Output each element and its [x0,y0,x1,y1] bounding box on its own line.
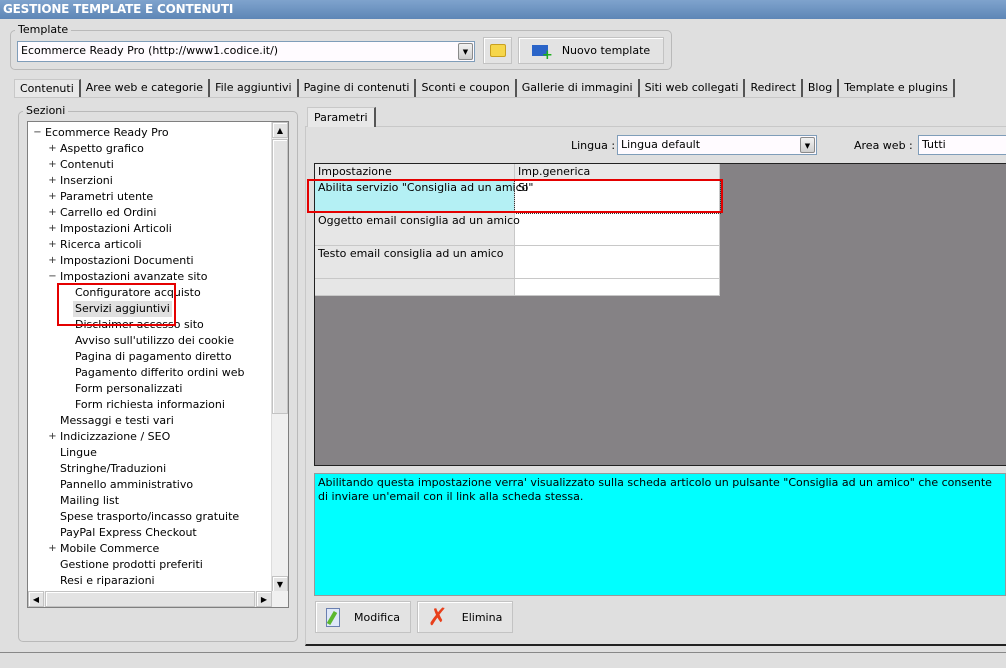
window-title: GESTIONE TEMPLATE E CONTENUTI [0,0,1006,19]
tree-item[interactable]: Resi e riparazioni [58,573,157,589]
tree-item[interactable]: Mailing list [58,493,121,509]
row-value[interactable] [515,279,720,296]
area-web-select[interactable]: Tutti [918,135,1006,155]
tab-sconti-e-coupon[interactable]: Sconti e coupon [416,79,517,97]
tree-item[interactable]: Spese trasporto/incasso gratuite [58,509,241,525]
scroll-left-button[interactable]: ◀ [28,591,44,607]
expand-icon[interactable]: + [48,224,57,234]
lingua-value: Lingua default [621,138,701,151]
delete-button[interactable]: ✗ Elimina [417,601,513,633]
area-web-label: Area web : [854,139,913,152]
tree-item[interactable]: Gestione prodotti preferiti [58,557,205,573]
new-template-icon: + [531,45,553,62]
tree-item[interactable]: Pagamento differito ordini web [73,365,246,381]
row-label[interactable]: Oggetto email consiglia ad un amico [315,213,520,246]
tree-item[interactable]: Lingue [58,445,99,461]
tab-siti-web-collegati[interactable]: Siti web collegati [640,79,746,97]
expand-icon[interactable]: + [48,432,57,442]
expand-icon[interactable]: + [48,544,57,554]
tab-file-aggiuntivi[interactable]: File aggiuntivi [210,79,299,97]
tree-item[interactable]: Impostazioni Articoli [58,221,174,237]
tree-item[interactable]: Ricerca articoli [58,237,144,253]
expand-icon[interactable]: + [48,256,57,266]
column-header[interactable]: Impostazione [315,164,515,180]
tree-item[interactable]: Impostazioni Documenti [58,253,196,269]
tree-item[interactable]: Mobile Commerce [58,541,161,557]
tab-template-e-plugins[interactable]: Template e plugins [839,79,955,97]
lingua-select[interactable]: Lingua default ▼ [617,135,817,155]
tree-item[interactable]: Form personalizzati [73,381,184,397]
template-select-value: Ecommerce Ready Pro (http://www1.codice.… [21,44,279,57]
row-value[interactable] [515,246,720,279]
tab-redirect[interactable]: Redirect [745,79,803,97]
sections-legend: Sezioni [23,104,69,117]
scroll-h-thumb[interactable] [45,591,255,607]
expand-icon[interactable]: + [48,240,57,250]
tree-item[interactable]: Inserzioni [58,173,115,189]
status-divider [0,652,1006,653]
sections-tree: ▲ ▼ ◀ ▶ − Ecommerce Ready Pro + Aspetto gra… [27,121,289,608]
tree-item[interactable]: Indicizzazione / SEO [58,429,172,445]
tree-item[interactable]: Pannello amministrativo [58,477,195,493]
lingua-label: Lingua : [571,139,616,152]
scroll-thumb[interactable] [272,139,288,414]
chevron-down-icon[interactable]: ▼ [458,43,473,60]
tree-item[interactable]: Ecommerce Ready Pro [43,125,171,141]
expand-icon[interactable]: + [48,192,57,202]
tree-item[interactable]: Form richiesta informazioni [73,397,227,413]
collapse-icon[interactable]: − [33,128,42,138]
template-select[interactable]: Ecommerce Ready Pro (http://www1.codice.… [17,41,475,62]
row-label[interactable] [315,279,515,296]
main-tabs: Contenuti Aree web e categorie File aggiun… [14,79,955,98]
tab-contenuti[interactable]: Contenuti [14,79,81,97]
scroll-up-button[interactable]: ▲ [272,122,288,138]
expand-icon[interactable]: + [48,144,57,154]
tab-parametri[interactable]: Parametri [307,107,376,127]
highlight-box [57,283,176,326]
area-web-value: Tutti [922,138,946,151]
tree-item[interactable]: Contenuti [58,157,116,173]
new-template-label: Nuovo template [561,44,651,57]
tab-pagine-di-contenuti[interactable]: Pagine di contenuti [299,79,417,97]
column-header[interactable]: Imp.generica [515,164,720,180]
tab-aree-web-e-categorie[interactable]: Aree web e categorie [81,79,211,97]
template-legend: Template [15,23,72,36]
tree-item[interactable]: Stringhe/Traduzioni [58,461,168,477]
description-box: Abilitando questa impostazione verra' vi… [314,473,1006,596]
tree-item[interactable]: Pagina di pagamento diretto [73,349,234,365]
row-value[interactable] [515,213,720,246]
tab-blog[interactable]: Blog [803,79,840,97]
delete-x-icon: ✗ [427,603,448,631]
highlight-box [307,179,723,213]
scroll-right-button[interactable]: ▶ [256,591,272,607]
folder-icon [489,44,506,57]
vertical-scrollbar[interactable]: ▲ ▼ [271,122,288,592]
collapse-icon[interactable]: − [48,272,57,282]
modify-button[interactable]: Modifica [315,601,411,633]
expand-icon[interactable]: + [48,176,57,186]
expand-icon[interactable]: + [48,160,57,170]
chevron-down-icon[interactable]: ▼ [800,137,815,153]
tree-item[interactable]: Avviso sull'utilizzo dei cookie [73,333,236,349]
modify-label: Modifica [354,610,400,624]
open-folder-button[interactable] [483,37,512,64]
tree-item[interactable]: PayPal Express Checkout [58,525,199,541]
tree-item[interactable]: Messaggi e testi vari [58,413,176,429]
scroll-down-button[interactable]: ▼ [272,576,288,592]
expand-icon[interactable]: + [48,208,57,218]
tree-item[interactable]: Aspetto grafico [58,141,146,157]
row-label[interactable]: Testo email consiglia ad un amico [315,246,515,279]
new-template-button[interactable]: + Nuovo template [518,37,664,64]
tab-gallerie-di-immagini[interactable]: Gallerie di immagini [517,79,640,97]
edit-pencil-icon [326,607,340,627]
tree-item[interactable]: Carrello ed Ordini [58,205,158,221]
tree-item[interactable]: Parametri utente [58,189,155,205]
delete-label: Elimina [461,610,503,624]
horizontal-scrollbar[interactable]: ◀ ▶ [28,591,288,607]
